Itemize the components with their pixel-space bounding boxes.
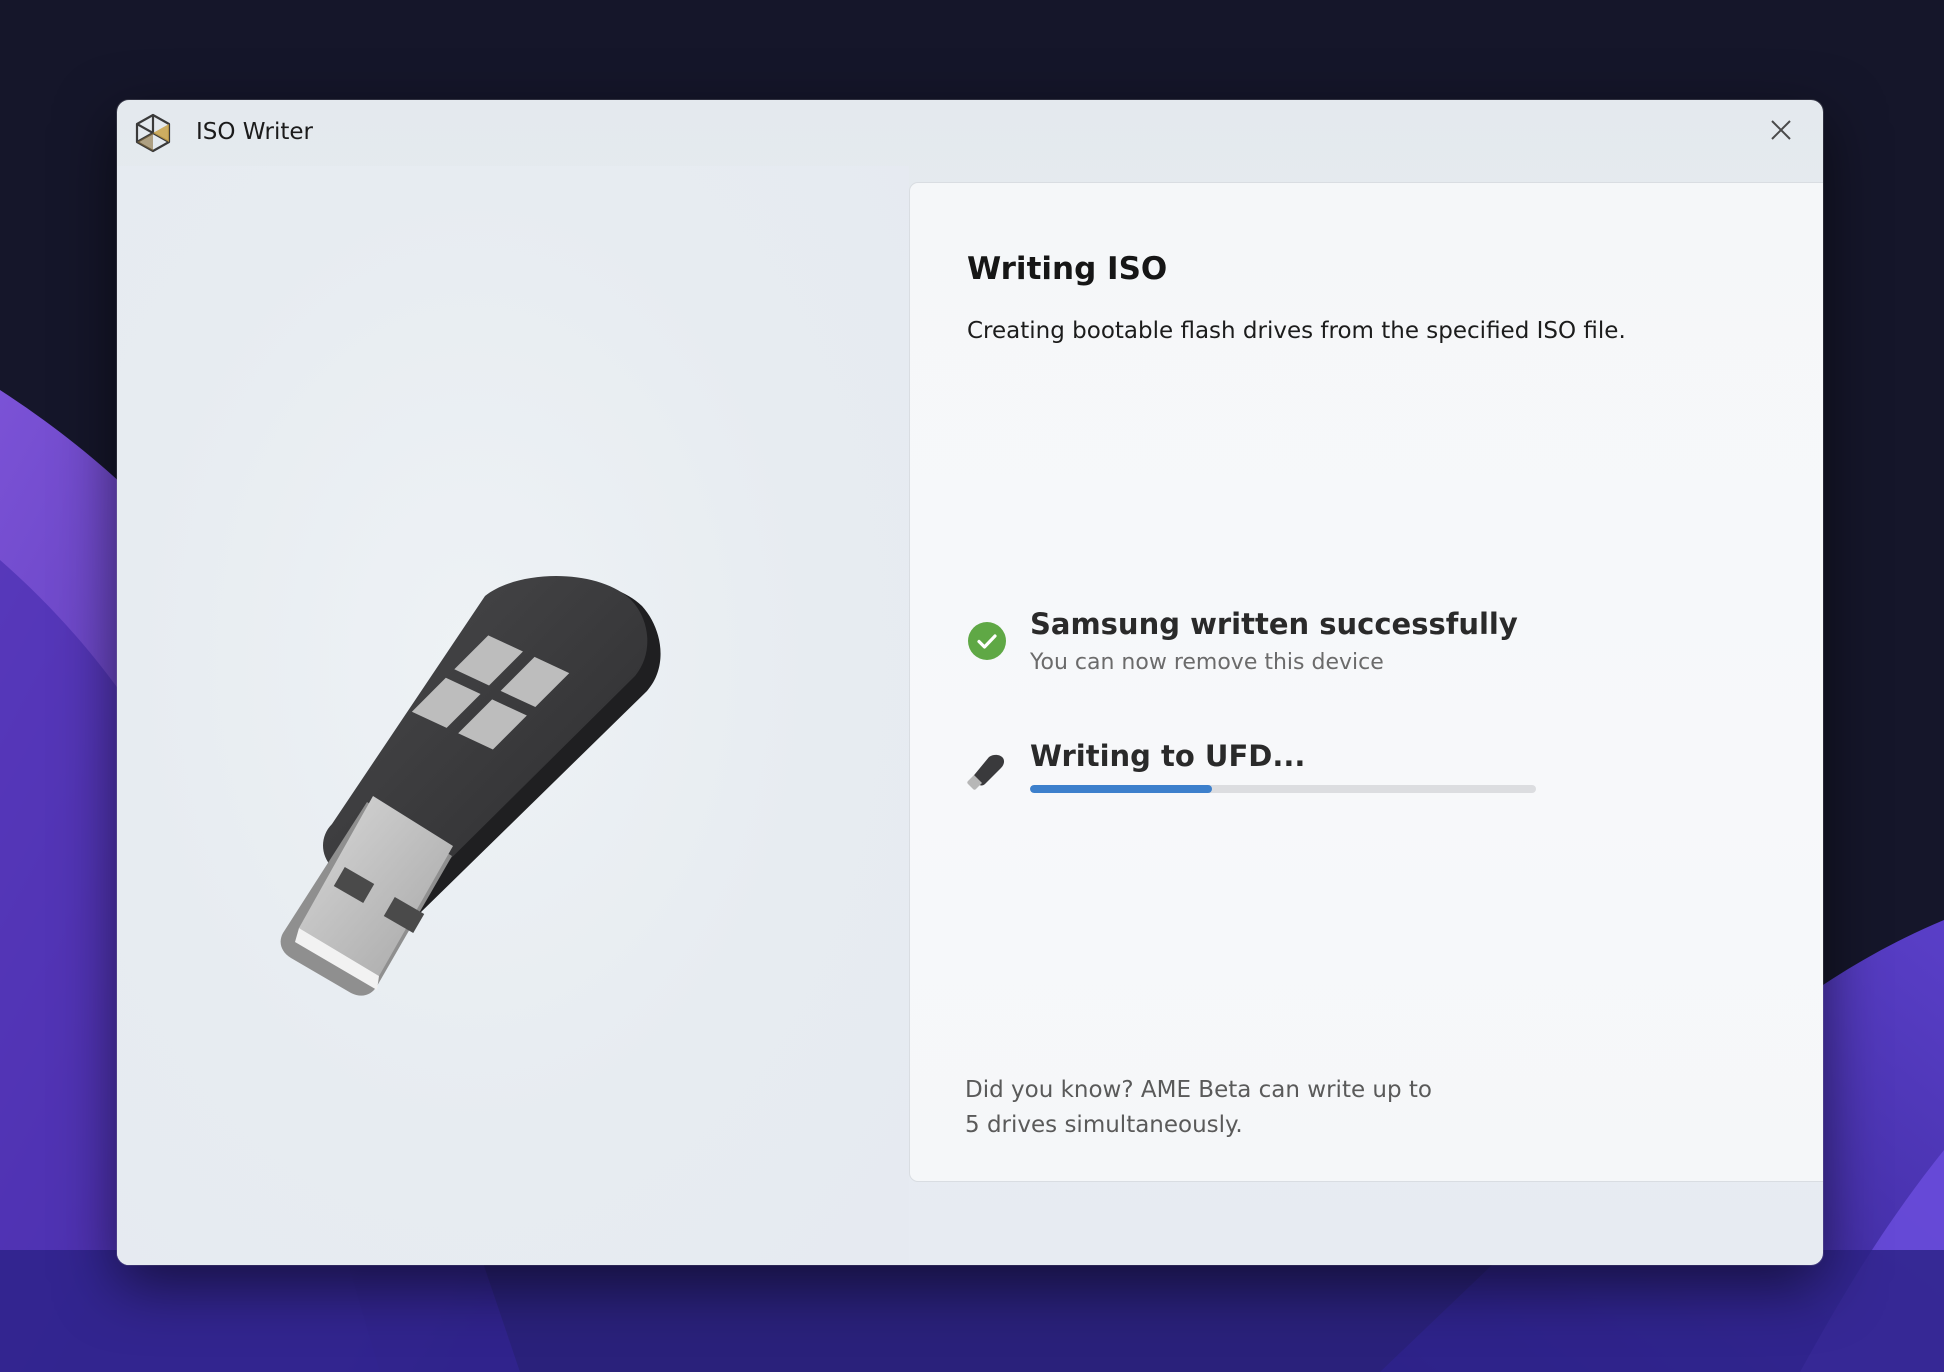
iso-writer-logo-icon bbox=[135, 113, 171, 153]
page-subtitle: Creating bootable flash drives from the … bbox=[967, 318, 1626, 344]
tip-line-2: 5 drives simultaneously. bbox=[965, 1112, 1243, 1138]
status-card: Writing ISO Creating bootable flash driv… bbox=[909, 182, 1823, 1182]
tip-line-1: Did you know? AME Beta can write up to bbox=[965, 1077, 1432, 1103]
desktop: ISO Writer Writing ISO Creating bootable… bbox=[0, 0, 1944, 1372]
writing-status-row: Writing to UFD... bbox=[967, 739, 1567, 809]
success-status-row: Samsung written successfully You can now… bbox=[967, 607, 1567, 687]
window-title: ISO Writer bbox=[196, 119, 313, 145]
writing-title: Writing to UFD... bbox=[1030, 739, 1306, 773]
windows-usb-flash-drive-illustration bbox=[280, 576, 661, 996]
usb-drive-icon bbox=[967, 754, 1005, 790]
check-circle-icon bbox=[968, 622, 1006, 660]
write-progress-bar bbox=[1030, 785, 1536, 793]
hero-panel bbox=[117, 166, 909, 1265]
title-bar: ISO Writer bbox=[117, 100, 1823, 166]
did-you-know-tip: Did you know? AME Beta can write up to 5… bbox=[965, 1073, 1525, 1143]
page-title: Writing ISO bbox=[967, 251, 1168, 287]
close-button[interactable] bbox=[1753, 111, 1809, 149]
close-icon bbox=[1771, 120, 1791, 140]
success-title: Samsung written successfully bbox=[1030, 607, 1518, 641]
success-subtitle: You can now remove this device bbox=[1030, 650, 1384, 675]
write-progress-fill bbox=[1030, 785, 1213, 793]
iso-writer-window: ISO Writer Writing ISO Creating bootable… bbox=[117, 100, 1823, 1265]
